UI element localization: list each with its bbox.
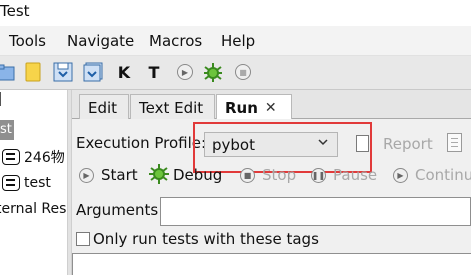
title-bar: [0, 0, 471, 26]
execution-profile-label: Execution Profile:: [76, 134, 207, 152]
start-button[interactable]: Start: [101, 166, 138, 184]
keyword-search-icon[interactable]: K: [113, 61, 135, 83]
tree-item[interactable]: ternal Res: [0, 199, 66, 219]
tab-text-edit[interactable]: Text Edit: [130, 94, 215, 120]
tags-input[interactable]: [72, 253, 471, 275]
tab-run[interactable]: Run ✕: [216, 94, 292, 121]
report-checkbox[interactable]: [356, 135, 369, 152]
menu-tools[interactable]: Tools: [9, 32, 46, 50]
start-icon: ▶: [79, 168, 94, 183]
stop-button[interactable]: Stop: [262, 166, 296, 184]
run-icon[interactable]: ▶: [174, 61, 196, 83]
open-folder-icon[interactable]: [0, 61, 16, 83]
new-file-icon[interactable]: [22, 61, 44, 83]
menu-help[interactable]: Help: [221, 32, 255, 50]
tab-edit[interactable]: Edit: [79, 94, 129, 120]
tree-expander[interactable]: [0, 92, 4, 106]
debug-bug-icon[interactable]: [202, 61, 224, 83]
only-tags-label[interactable]: Only run tests with these tags: [93, 230, 319, 248]
menu-navigate[interactable]: Navigate: [67, 32, 134, 50]
stop-icon[interactable]: ■: [232, 61, 254, 83]
tab-label: Edit: [88, 98, 118, 117]
continue-button[interactable]: Continu: [415, 166, 471, 184]
test-suite-icon: [2, 175, 20, 191]
continue-icon: ▶: [393, 168, 408, 183]
close-icon[interactable]: ✕: [265, 100, 277, 116]
menu-macros[interactable]: Macros: [149, 32, 202, 50]
save-icon[interactable]: [52, 61, 74, 83]
tree-item[interactable]: test: [2, 173, 51, 193]
tab-label: Run: [225, 99, 258, 117]
debug-icon: [148, 163, 170, 185]
window-title: Test: [0, 2, 30, 20]
only-tags-checkbox[interactable]: [76, 232, 90, 246]
tree-item-label: test: [24, 175, 51, 191]
arguments-label: Arguments:: [76, 201, 164, 219]
pause-button[interactable]: Pause: [333, 166, 377, 184]
document-icon[interactable]: [447, 133, 462, 152]
test-search-label: T: [148, 62, 160, 82]
test-search-icon[interactable]: T: [143, 61, 165, 83]
pause-icon: ❚❚: [311, 168, 326, 183]
stop-icon: ■: [240, 168, 255, 183]
arguments-input[interactable]: [160, 197, 471, 226]
test-suite-icon: [2, 149, 20, 165]
tree-selected-item[interactable]: st: [0, 120, 14, 140]
tree-item[interactable]: 246物: [2, 147, 65, 167]
tree-item-label: ternal Res: [0, 201, 67, 217]
tree-item-label: 246物: [24, 150, 65, 166]
keyword-search-label: K: [117, 62, 131, 82]
save-all-icon[interactable]: [82, 61, 104, 83]
debug-button[interactable]: Debug: [173, 166, 222, 184]
tab-label: Text Edit: [139, 98, 204, 117]
report-label[interactable]: Report: [383, 135, 433, 153]
